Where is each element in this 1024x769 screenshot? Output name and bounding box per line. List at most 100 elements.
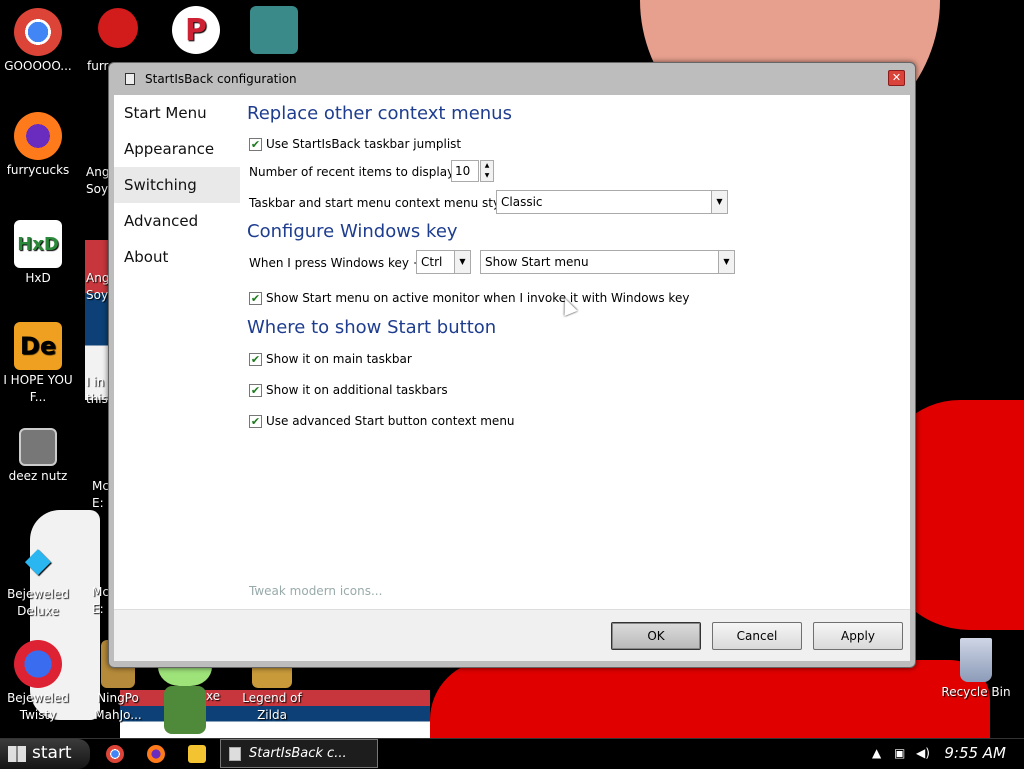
active-monitor-option[interactable]: ✔ Show Start menu on active monitor when… <box>249 291 689 305</box>
additional-taskbars-label: Show it on additional taskbars <box>266 383 448 397</box>
furball-icon <box>98 8 138 48</box>
advanced-context-menu-label: Use advanced Start button context menu <box>266 414 515 428</box>
desktop-icon-label: furr <box>87 59 109 73</box>
recent-items-stepper[interactable]: ▲ ▼ <box>480 160 494 182</box>
desktop-icon-label: HxD <box>25 271 51 285</box>
main-taskbar-label: Show it on main taskbar <box>266 352 412 366</box>
additional-taskbars-checkbox[interactable]: ✔ <box>249 383 262 397</box>
desktop-icon-label: Angr Soy <box>86 165 115 196</box>
context-style-select[interactable]: Classic ▼ <box>496 190 728 214</box>
clock[interactable]: 9:55 AM <box>944 744 1006 762</box>
cancel-button[interactable]: Cancel <box>712 622 802 650</box>
modifier-key-value: Ctrl <box>421 255 443 269</box>
sidebar: Start Menu Appearance Switching Advanced… <box>114 95 240 661</box>
desktop-icon-label: Bejeweled Deluxe <box>7 587 69 618</box>
recent-items-input[interactable]: 10 <box>451 160 479 182</box>
game-icon <box>250 6 298 54</box>
start-label: start <box>32 743 72 763</box>
sidebar-item-switching[interactable]: Switching <box>114 167 240 203</box>
window-icon <box>125 73 135 85</box>
ok-button[interactable]: OK <box>611 622 701 650</box>
desktop-icon-hxd[interactable]: HxD HxD <box>0 220 76 287</box>
windows-key-action-select[interactable]: Show Start menu ▼ <box>480 250 735 274</box>
sidebar-item-start-menu[interactable]: Start Menu <box>114 95 240 131</box>
desktop-icon-label: I HOPE YOU F... <box>3 373 73 404</box>
de-icon: De <box>14 322 62 370</box>
windows-key-action-value: Show Start menu <box>485 255 589 269</box>
section-heading: Configure Windows key <box>247 221 458 242</box>
active-monitor-checkbox[interactable]: ✔ <box>249 291 262 305</box>
volume-icon[interactable]: ◀) <box>916 746 930 760</box>
active-monitor-label: Show Start menu on active monitor when I… <box>266 291 690 305</box>
jumplist-checkbox[interactable]: ✔ <box>249 137 262 151</box>
chevron-down-icon: ▼ <box>711 191 727 213</box>
sidebar-item-about[interactable]: About <box>114 239 240 275</box>
start-button[interactable]: start <box>0 739 90 769</box>
tweak-modern-icons-link[interactable]: Tweak modern icons... <box>249 584 382 598</box>
chevron-down-icon: ▼ <box>454 251 470 273</box>
desktop-icon-recycle-bin[interactable]: Recycle Bin <box>938 638 1014 701</box>
close-button[interactable]: ✕ <box>888 70 905 86</box>
settings-panel: Replace other context menus ✔ Use StartI… <box>240 95 910 609</box>
desktop-icon-red[interactable] <box>92 8 144 50</box>
jumplist-label: Use StartIsBack taskbar jumplist <box>266 137 462 151</box>
task-label: StartIsBack c... <box>249 746 347 761</box>
task-startisback[interactable]: StartIsBack c... <box>220 739 378 768</box>
diamond-icon: ◆ <box>24 539 52 580</box>
section-heading: Where to show Start button <box>247 317 497 338</box>
desktop-icon-label: NingPo MahJo... <box>94 691 142 722</box>
desktop-icon-label: Bejeweled Twisty <box>7 691 69 722</box>
chevron-down-icon: ▼ <box>718 251 734 273</box>
desktop-icon-game[interactable] <box>248 6 300 56</box>
window-title: StartIsBack configuration <box>145 72 297 86</box>
folder-icon[interactable] <box>188 745 206 763</box>
desktop-icon-p[interactable]: P <box>170 6 222 56</box>
hxd-icon: HxD <box>14 220 62 268</box>
startisback-config-window: StartIsBack configuration ✕ Start Menu A… <box>108 62 916 668</box>
firefox-icon <box>14 112 62 160</box>
desktop-icon-firefox[interactable]: furrycucks <box>0 112 76 179</box>
gem-icon <box>14 640 62 688</box>
modifier-key-select[interactable]: Ctrl ▼ <box>416 250 471 274</box>
recent-items-label: Number of recent items to display: <box>249 165 458 179</box>
p-icon: P <box>172 6 220 54</box>
chrome-icon <box>14 8 62 56</box>
windows-logo-icon <box>8 746 26 762</box>
desktop-icon-de[interactable]: De I HOPE YOU F... <box>0 322 76 406</box>
tray-expand-icon[interactable]: ▲ <box>872 746 881 760</box>
chrome-icon[interactable] <box>106 745 124 763</box>
taskbar: start StartIsBack c... ▲ ▣ ◀) 9:55 AM <box>0 738 1024 769</box>
section-heading: Replace other context menus <box>247 103 512 124</box>
network-icon[interactable]: ▣ <box>894 746 905 760</box>
window-icon <box>229 747 241 761</box>
recycle-bin-icon <box>960 638 992 682</box>
desktop-icon-deez[interactable]: deez nutz <box>0 428 76 485</box>
desktop-icon-label: I in this <box>86 375 108 406</box>
desktop-icon-chrome[interactable]: GOOOOO... <box>0 8 76 75</box>
context-style-value: Classic <box>501 195 543 209</box>
desktop-icon-label: GOOOOO... <box>4 59 72 73</box>
additional-taskbars-option[interactable]: ✔ Show it on additional taskbars <box>249 383 448 397</box>
dialog-client: Start Menu Appearance Switching Advanced… <box>114 95 910 661</box>
desktop-icon-label: Legend of Zilda <box>242 691 302 722</box>
windows-key-label: When I press Windows key + <box>249 256 423 270</box>
desktop-icon-label: furrycucks <box>6 163 70 177</box>
desktop-icon-bejeweled[interactable]: ◆ Bejeweled Deluxe <box>0 536 76 620</box>
dialog-footer: OK Cancel Apply <box>114 609 910 661</box>
apply-button[interactable]: Apply <box>813 622 903 650</box>
context-style-label: Taskbar and start menu context menu styl… <box>249 196 511 210</box>
desktop-icon-label: Recycle Bin <box>941 685 1011 699</box>
sidebar-item-appearance[interactable]: Appearance <box>114 131 240 167</box>
folder-copy-icon <box>19 428 57 466</box>
desktop-icon-bejeweled-twist[interactable]: Bejeweled Twisty <box>0 640 76 724</box>
main-taskbar-checkbox[interactable]: ✔ <box>249 352 262 366</box>
advanced-context-menu-option[interactable]: ✔ Use advanced Start button context menu <box>249 414 515 428</box>
advanced-context-menu-checkbox[interactable]: ✔ <box>249 414 262 428</box>
wallpaper-shape <box>430 660 990 740</box>
desktop-icon-label: deez nutz <box>8 469 68 483</box>
main-taskbar-option[interactable]: ✔ Show it on main taskbar <box>249 352 412 366</box>
firefox-icon[interactable] <box>147 745 165 763</box>
jumplist-option[interactable]: ✔ Use StartIsBack taskbar jumplist <box>249 137 461 151</box>
sidebar-item-advanced[interactable]: Advanced <box>114 203 240 239</box>
title-bar[interactable]: StartIsBack configuration ✕ <box>109 63 915 95</box>
